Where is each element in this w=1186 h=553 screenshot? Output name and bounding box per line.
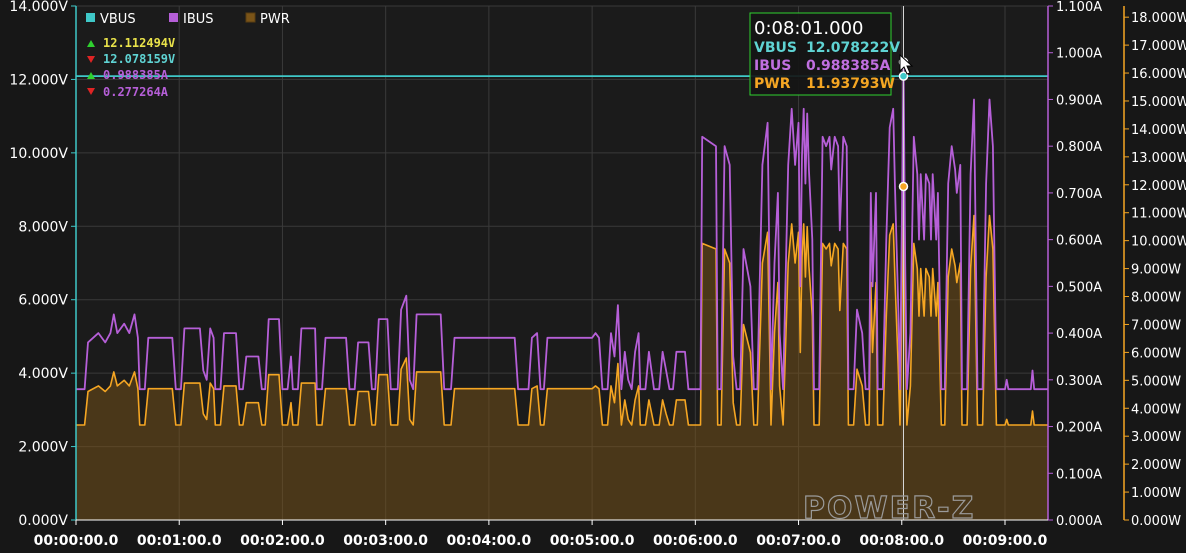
tooltip-pwr-label: PWR <box>754 76 791 92</box>
pwr-tick-label: 14.000W <box>1131 123 1186 138</box>
tooltip-ibus-value: 0.988385A <box>806 58 891 74</box>
left-tick-label: 6.000V <box>18 293 68 309</box>
ibus-tick-label: 0.300A <box>1056 374 1102 389</box>
power-chart[interactable]: 0.000V 2.000V 4.000V 6.000V 8.000V 10.000V 12.… <box>0 0 1186 553</box>
ibus-tick-label: 1.000A <box>1056 47 1102 62</box>
pwr-tick-label: 4.000W <box>1131 402 1181 417</box>
tooltip: 0:08:01.000 VBUS 12.078222V IBUS 0.98838… <box>749 12 900 96</box>
x-tick-label: 00:07:00.0 <box>756 533 841 549</box>
left-tick-label: 8.000V <box>18 219 68 235</box>
ibus-tick-label: 0.200A <box>1056 421 1102 436</box>
ibus-tick-label: 0.600A <box>1056 234 1102 249</box>
ibus-min-value: 0.277264A <box>103 85 169 99</box>
ibus-tick-label: 0.800A <box>1056 140 1102 155</box>
tooltip-vbus-value: 12.078222V <box>806 40 900 56</box>
pwr-tick-label: 0.000W <box>1131 514 1181 529</box>
ibus-tick-label: 0.700A <box>1056 187 1102 202</box>
tooltip-vbus-label: VBUS <box>754 40 797 56</box>
pwr-tick-label: 8.000W <box>1131 291 1181 306</box>
left-tick-label: 14.000V <box>9 0 68 15</box>
ibus-max-value: 0.988385A <box>103 68 169 82</box>
pwr-tick-label: 12.000W <box>1131 179 1186 194</box>
ibus-tick-label: 0.500A <box>1056 280 1102 295</box>
power-z-watermark: POWER-Z <box>803 491 975 526</box>
vbus-min-value: 12.078159V <box>103 52 175 66</box>
ibus-tick-label: 1.100A <box>1056 0 1102 15</box>
pwr-tick-label: 18.000W <box>1131 11 1186 26</box>
ibus-tick-label: 0.000A <box>1056 514 1102 529</box>
x-tick-label: 00:08:00.0 <box>859 533 944 549</box>
x-tick-label: 00:01:00.0 <box>137 533 222 549</box>
x-tick-label: 00:09:00.0 <box>963 533 1048 549</box>
pwr-tick-label: 16.000W <box>1131 67 1186 82</box>
x-tick-label: 00:00:00.0 <box>34 533 119 549</box>
left-tick-label: 0.000V <box>18 513 68 529</box>
left-tick-label: 2.000V <box>18 440 68 456</box>
vbus-max-value: 12.112494V <box>103 36 175 50</box>
ibus-axis-ticks: 0.000A 0.100A 0.200A 0.300A 0.400A 0.500A 0.60… <box>1048 0 1102 529</box>
x-tick-label: 00:04:00.0 <box>447 533 532 549</box>
pwr-tick-label: 15.000W <box>1131 95 1186 110</box>
pwr-tick-label: 5.000W <box>1131 374 1181 389</box>
ibus-tick-label: 0.900A <box>1056 93 1102 108</box>
pwr-tick-label: 11.000W <box>1131 207 1186 222</box>
x-tick-label: 00:03:00.0 <box>343 533 428 549</box>
legend-pwr-label[interactable]: PWR <box>260 12 290 27</box>
left-axis-ticks: 0.000V 2.000V 4.000V 6.000V 8.000V 10.000V 12.… <box>9 0 76 529</box>
x-tick-label: 00:06:00.0 <box>653 533 738 549</box>
left-tick-label: 12.000V <box>9 72 68 88</box>
pwr-axis-ticks: 0.000W 1.000W 2.000W 3.000W 4.000W 5.000W 6.00… <box>1124 11 1186 529</box>
legend: VBUS IBUS PWR <box>86 12 290 27</box>
tooltip-pwr-value: 11.93793W <box>806 76 895 92</box>
cursor-pwr-marker <box>898 181 909 192</box>
tooltip-ibus-label: IBUS <box>754 58 791 74</box>
pwr-tick-label: 17.000W <box>1131 39 1186 54</box>
ibus-tick-label: 0.400A <box>1056 327 1102 342</box>
left-tick-label: 10.000V <box>9 146 68 162</box>
pwr-tick-label: 13.000W <box>1131 151 1186 166</box>
left-tick-label: 4.000V <box>18 366 68 382</box>
ibus-tick-label: 0.100A <box>1056 467 1102 482</box>
pwr-tick-label: 3.000W <box>1131 430 1181 445</box>
pwr-tick-label: 10.000W <box>1131 235 1186 250</box>
pwr-tick-label: 1.000W <box>1131 486 1181 501</box>
pwr-tick-label: 9.000W <box>1131 263 1181 278</box>
x-tick-label: 00:02:00.0 <box>240 533 325 549</box>
legend-ibus-label[interactable]: IBUS <box>183 12 214 27</box>
legend-ibus-swatch[interactable] <box>169 13 178 22</box>
legend-pwr-swatch[interactable] <box>245 12 256 23</box>
pwr-tick-label: 2.000W <box>1131 458 1181 473</box>
pwr-tick-label: 7.000W <box>1131 318 1181 333</box>
legend-vbus-swatch[interactable] <box>86 13 95 22</box>
pwr-tick-label: 6.000W <box>1131 346 1181 361</box>
tooltip-time: 0:08:01.000 <box>754 18 863 39</box>
x-tick-label: 00:05:00.0 <box>550 533 635 549</box>
legend-vbus-label[interactable]: VBUS <box>100 12 136 27</box>
